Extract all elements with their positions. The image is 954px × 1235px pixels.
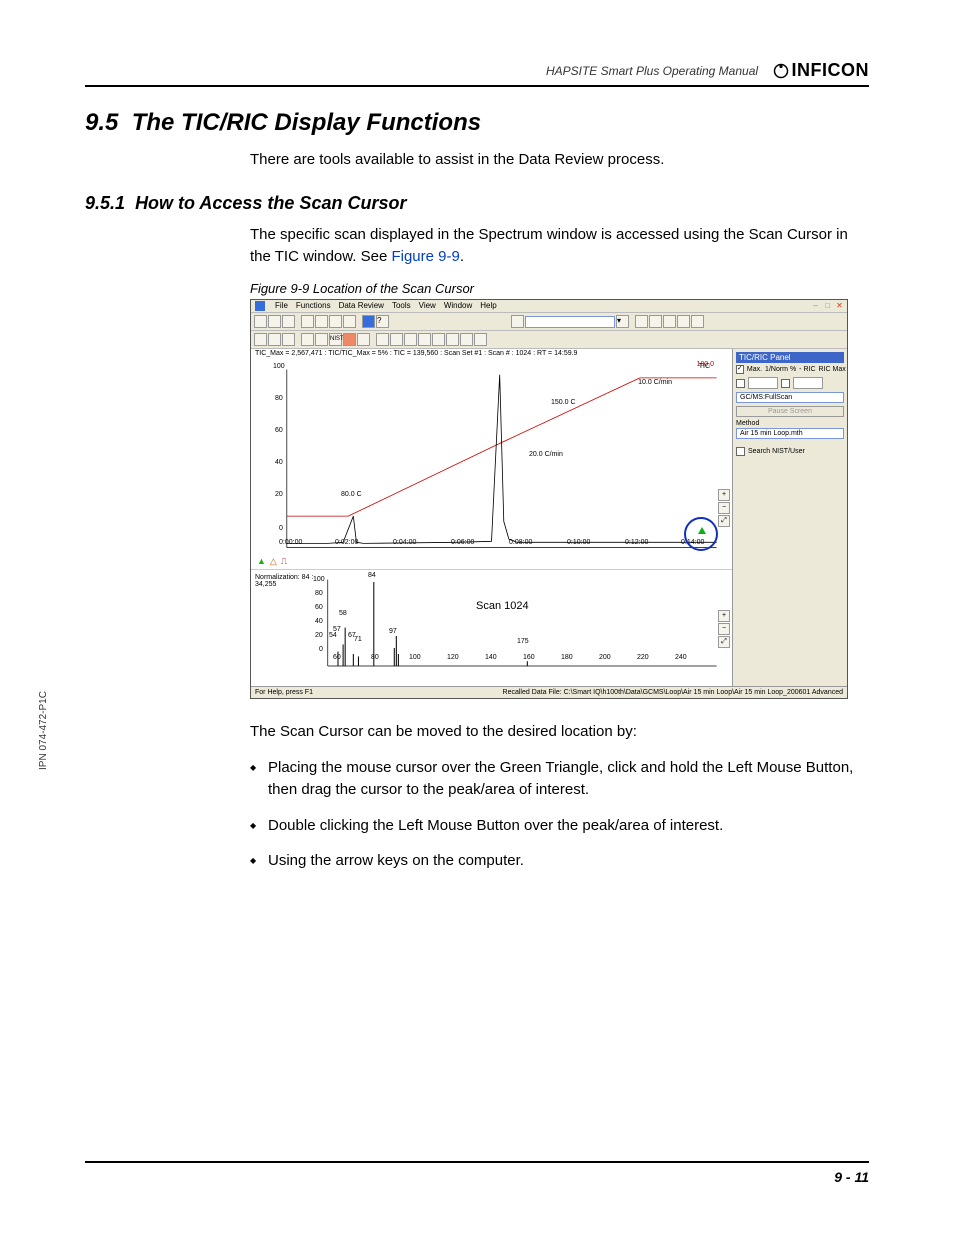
- tb2-c-icon[interactable]: [282, 333, 295, 346]
- tic-title: TIC_Max = 2,567,471 : TIC/TIC_Max = 5% :…: [251, 349, 732, 358]
- tb-disk-icon[interactable]: [301, 315, 314, 328]
- brand-logo: INFICON: [773, 60, 870, 81]
- zoom-in-icon[interactable]: +: [718, 489, 730, 501]
- tb-save-icon[interactable]: [282, 315, 295, 328]
- spec-zoom-out-icon[interactable]: −: [718, 623, 730, 635]
- method-field[interactable]: Air 15 min Loop.mth: [736, 428, 844, 439]
- status-bar: For Help, press F1 Recalled Data File: C…: [251, 686, 847, 698]
- spec-zoom-in-icon[interactable]: +: [718, 610, 730, 622]
- tb-tool-d-icon[interactable]: [677, 315, 690, 328]
- tb-preview-icon[interactable]: [343, 315, 356, 328]
- scan-number-label: Scan 1024: [476, 600, 529, 612]
- bullet-1: Placing the mouse cursor over the Green …: [268, 757, 869, 801]
- toolbar-1: ? ▾: [251, 313, 847, 331]
- tb2-i-icon[interactable]: [390, 333, 403, 346]
- app-icon: [255, 301, 265, 311]
- status-right: Recalled Data File: C:\Smart IQ\h100th\D…: [503, 689, 843, 696]
- tb2-j-icon[interactable]: [404, 333, 417, 346]
- tb-dropdown-icon[interactable]: ▾: [616, 315, 629, 328]
- inficon-icon: [773, 63, 789, 79]
- tb-tool-b-icon[interactable]: [649, 315, 662, 328]
- tb2-l-icon[interactable]: [432, 333, 445, 346]
- menu-file[interactable]: File: [275, 301, 288, 311]
- tb2-m-icon[interactable]: [446, 333, 459, 346]
- search-nist-label: Search NIST/User: [748, 448, 805, 455]
- scan-cursor-callout: [684, 517, 718, 551]
- tb2-o-icon[interactable]: [474, 333, 487, 346]
- peak-green-icon[interactable]: ▲: [257, 556, 266, 567]
- menu-window[interactable]: Window: [444, 301, 472, 311]
- method-label: Method: [736, 420, 844, 427]
- document-ipn: IPN 074-472-P1C: [38, 691, 49, 770]
- tic-ric-panel: TIC/RIC Panel Max. 1/Norm % - RIC RIC Ma…: [732, 349, 847, 691]
- tb2-k-icon[interactable]: [418, 333, 431, 346]
- app-screenshot: – □ ✕ File Functions Data Review Tools V…: [250, 299, 848, 699]
- manual-title: HAPSITE Smart Plus Operating Manual: [546, 64, 758, 78]
- tb2-d-icon[interactable]: [301, 333, 314, 346]
- panel-title: TIC/RIC Panel: [736, 352, 844, 363]
- subsection-body: The specific scan displayed in the Spect…: [250, 224, 869, 268]
- tb2-g-icon[interactable]: [357, 333, 370, 346]
- menubar: File Functions Data Review Tools View Wi…: [251, 300, 847, 313]
- tb-new-icon[interactable]: [254, 315, 267, 328]
- figure-reference-link[interactable]: Figure 9-9: [391, 248, 459, 265]
- bullet-2: Double clicking the Left Mouse Button ov…: [268, 815, 869, 837]
- tb2-n-icon[interactable]: [460, 333, 473, 346]
- panel-header-row: Max. 1/Norm % - RIC RIC Max: [736, 365, 844, 374]
- tb-print-icon[interactable]: [329, 315, 342, 328]
- tic-legend: TIC: [699, 363, 710, 370]
- p-after-figure: The Scan Cursor can be moved to the desi…: [250, 721, 869, 743]
- spectrum-plot[interactable]: Normalization: 84 : 34,255: [251, 570, 732, 691]
- zoom-out-icon[interactable]: −: [718, 502, 730, 514]
- row-checkbox-2[interactable]: [781, 379, 790, 388]
- tb-open-icon[interactable]: [268, 315, 281, 328]
- toolbar-2: NIST: [251, 331, 847, 349]
- tb2-h-icon[interactable]: [376, 333, 389, 346]
- tb2-nist-icon[interactable]: NIST: [329, 333, 342, 346]
- search-nist-checkbox[interactable]: [736, 447, 745, 456]
- row-checkbox-1[interactable]: [736, 379, 745, 388]
- tb-tool-e-icon[interactable]: [691, 315, 704, 328]
- subsection-heading: 9.5.1 How to Access the Scan Cursor: [85, 193, 869, 214]
- tb2-b-icon[interactable]: [268, 333, 281, 346]
- bullet-list: Placing the mouse cursor over the Green …: [250, 757, 869, 872]
- bullet-3: Using the arrow keys on the computer.: [268, 850, 869, 872]
- section-intro: There are tools available to assist in t…: [250, 149, 869, 171]
- mode-field: GC/MS:FullScan: [736, 392, 844, 403]
- maximize-icon[interactable]: □: [822, 300, 833, 310]
- menu-help[interactable]: Help: [480, 301, 496, 311]
- minimize-icon[interactable]: –: [810, 300, 821, 310]
- window-controls: – □ ✕: [810, 300, 845, 310]
- tb-tool-c-icon[interactable]: [663, 315, 676, 328]
- menu-data-review[interactable]: Data Review: [339, 301, 384, 311]
- peak-orange-icon[interactable]: △: [270, 556, 277, 567]
- max-checkbox[interactable]: [736, 365, 744, 374]
- tb-tool-a-icon[interactable]: [635, 315, 648, 328]
- pause-screen-button[interactable]: Pause Screen: [736, 406, 844, 417]
- tb-search-icon[interactable]: [511, 315, 524, 328]
- spec-zoom-fit-icon[interactable]: ⤢: [718, 636, 730, 648]
- figure-caption: Figure 9-9 Location of the Scan Cursor: [250, 281, 869, 296]
- tb2-a-icon[interactable]: [254, 333, 267, 346]
- menu-view[interactable]: View: [419, 301, 436, 311]
- tb2-red-icon[interactable]: [343, 333, 356, 346]
- peak-icons: ▲ △ ⎍: [257, 556, 287, 567]
- page-header: HAPSITE Smart Plus Operating Manual INFI…: [85, 60, 869, 87]
- tb-info-icon[interactable]: [362, 315, 375, 328]
- zoom-fit-icon[interactable]: ⤢: [718, 515, 730, 527]
- menu-functions[interactable]: Functions: [296, 301, 331, 311]
- peak-red-icon[interactable]: ⎍: [281, 556, 287, 567]
- status-left: For Help, press F1: [255, 689, 313, 696]
- row-field-1[interactable]: [748, 377, 778, 389]
- menu-tools[interactable]: Tools: [392, 301, 411, 311]
- close-icon[interactable]: ✕: [834, 300, 845, 310]
- row-field-2[interactable]: [793, 377, 823, 389]
- tb-help-icon[interactable]: ?: [376, 315, 389, 328]
- page-number: 9 - 11: [85, 1161, 869, 1185]
- tb-camera-icon[interactable]: [315, 315, 328, 328]
- tic-plot[interactable]: TIC_Max = 2,567,471 : TIC/TIC_Max = 5% :…: [251, 349, 732, 570]
- section-heading: 9.5 The TIC/RIC Display Functions: [85, 109, 869, 137]
- tb-search-field[interactable]: [525, 316, 615, 328]
- tb2-e-icon[interactable]: [315, 333, 328, 346]
